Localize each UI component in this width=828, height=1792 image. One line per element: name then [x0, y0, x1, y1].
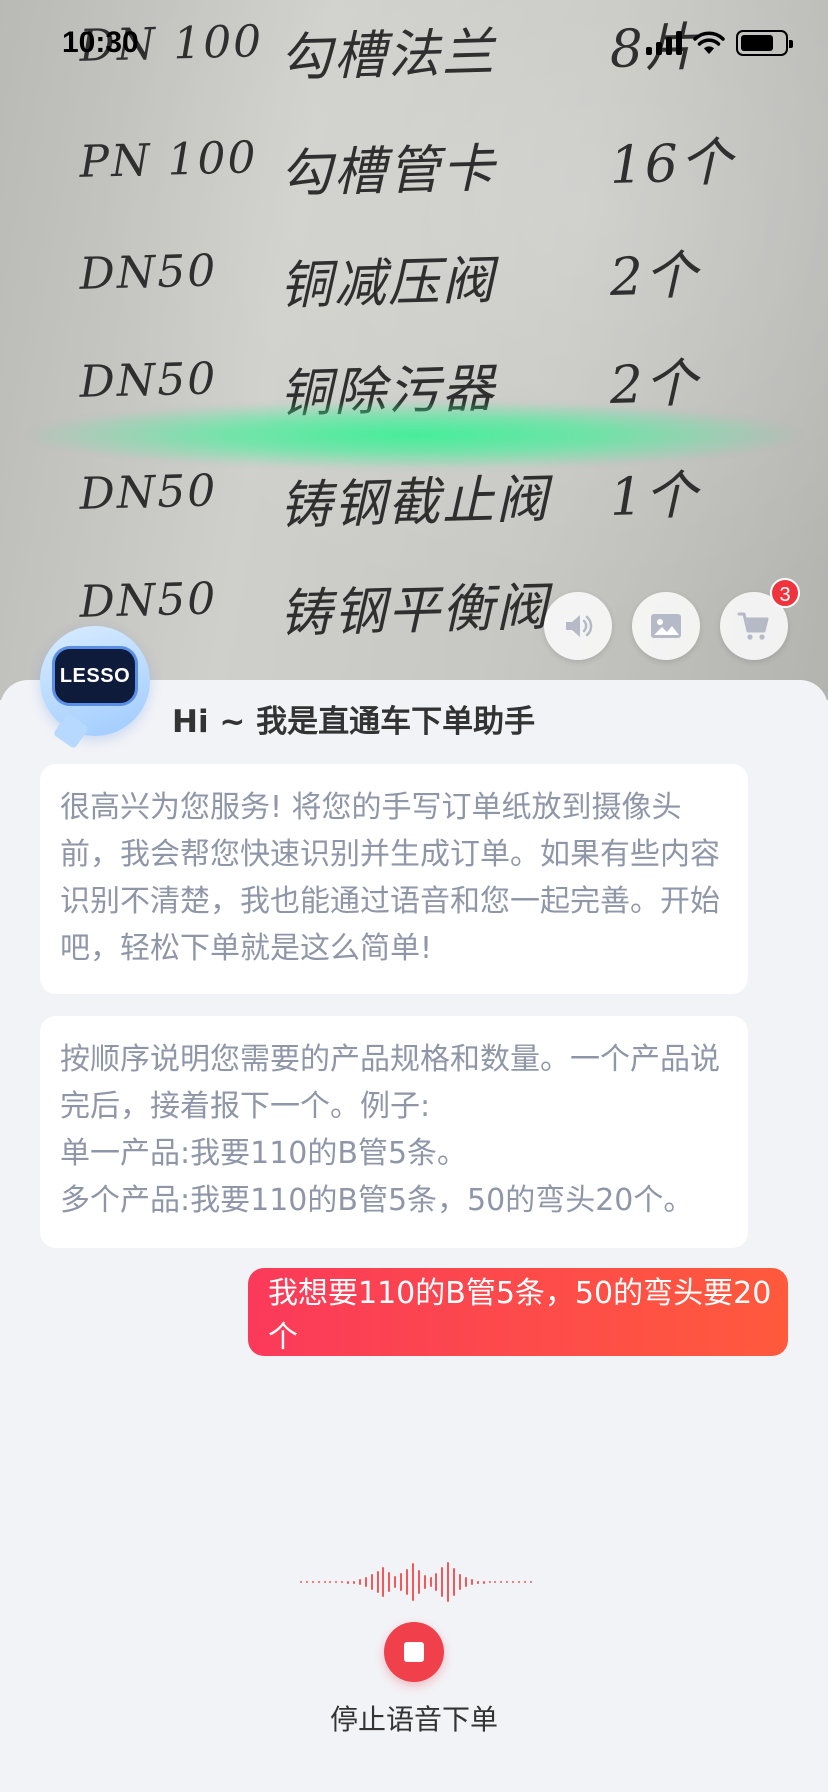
stop-voice-button[interactable] — [384, 1622, 444, 1682]
waveform-bar — [376, 1571, 379, 1593]
handwritten-spec: DN50 — [78, 465, 218, 520]
waveform-bar — [394, 1576, 397, 1588]
waveform-bar — [453, 1568, 456, 1596]
waveform-bar — [417, 1570, 420, 1594]
waveform-bar — [411, 1563, 414, 1601]
waveform-bar — [323, 1581, 326, 1583]
waveform-bar — [435, 1573, 438, 1591]
waveform-bar — [512, 1581, 515, 1583]
assistant-message: 按顺序说明您需要的产品规格和数量。一个产品说完后，接着报下一个。例子: 单一产品… — [40, 1016, 748, 1248]
handwritten-spec: DN50 — [78, 245, 218, 300]
handwritten-item: 勾槽管卡 — [279, 139, 497, 205]
waveform-bar — [523, 1581, 526, 1583]
wifi-icon — [693, 31, 725, 54]
status-bar: 10:30 — [0, 0, 828, 90]
waveform-bar — [494, 1581, 497, 1583]
waveform-bar — [470, 1579, 473, 1585]
waveform-bar — [517, 1581, 520, 1583]
waveform-bar — [382, 1567, 385, 1597]
assistant-message: 很高兴为您服务! 将您的手写订单纸放到摄像头前，我会帮您快速识别并生成订单。如果… — [40, 764, 748, 994]
waveform-bar — [500, 1581, 503, 1583]
stop-voice-label: 停止语音下单 — [329, 1703, 498, 1736]
waveform-bar — [370, 1574, 373, 1590]
cart-icon — [737, 612, 769, 640]
waveform-bar — [488, 1581, 491, 1583]
lesso-logo: LESSO — [52, 646, 138, 706]
waveform-bar — [305, 1581, 308, 1583]
handwritten-row: PN 100 勾槽管卡 16个 — [69, 119, 771, 237]
waveform-bar — [347, 1580, 350, 1584]
waveform-bar — [341, 1581, 344, 1583]
user-message: 我想要110的B管5条，50的弯头要20个 — [248, 1268, 788, 1356]
waveform-bar — [406, 1569, 409, 1595]
stop-icon — [404, 1642, 424, 1662]
handwritten-row: DN50 铜减压阀 2个 — [69, 231, 771, 349]
waveform-bar — [388, 1572, 391, 1592]
waveform-bar — [335, 1581, 338, 1583]
waveform-bar — [300, 1581, 302, 1583]
sound-button[interactable] — [544, 592, 612, 660]
handwritten-spec: DN50 — [78, 573, 218, 628]
waveform-bar — [506, 1581, 509, 1583]
waveform-bar — [429, 1577, 432, 1587]
waveform-bar — [482, 1580, 485, 1584]
handwritten-qty: 2个 — [608, 245, 700, 309]
logo-text: LESSO — [59, 664, 131, 687]
image-icon — [651, 614, 681, 638]
waveform-bar — [329, 1581, 332, 1583]
waveform-bar — [400, 1573, 403, 1591]
handwritten-qty: 16个 — [608, 132, 735, 197]
message-text: 很高兴为您服务! 将您的手写订单纸放到摄像头前，我会帮您快速识别并生成订单。如果… — [60, 790, 720, 966]
message-text: 按顺序说明您需要的产品规格和数量。一个产品说完后，接着报下一个。例子: 单一产品… — [60, 1042, 720, 1218]
assistant-avatar: LESSO — [40, 626, 150, 736]
cart-count-badge: 3 — [770, 578, 800, 608]
speaker-icon — [566, 615, 593, 637]
waveform-bar — [529, 1581, 532, 1583]
waveform-bar — [358, 1579, 361, 1585]
handwritten-spec: PN 100 — [78, 132, 259, 188]
message-text: 我想要110的B管5条，50的弯头要20个 — [268, 1276, 772, 1355]
scan-line — [20, 400, 810, 470]
waveform-bar — [459, 1574, 462, 1590]
waveform-bar — [464, 1577, 467, 1587]
camera-preview: DN 100 勾槽法兰 8片 PN 100 勾槽管卡 16个 DN50 铜减压阀… — [0, 0, 828, 700]
waveform-bar — [476, 1580, 479, 1584]
handwritten-item: 铸钢平衡阀 — [279, 577, 551, 645]
screen: DN 100 勾槽法兰 8片 PN 100 勾槽管卡 16个 DN50 铜减压阀… — [0, 0, 828, 1792]
waveform-bar — [447, 1562, 450, 1602]
status-time: 10:30 — [62, 26, 139, 59]
waveform-bar — [423, 1575, 426, 1589]
cellular-signal-icon — [646, 31, 682, 55]
image-button[interactable] — [632, 592, 700, 660]
waveform-bar — [311, 1581, 314, 1583]
cart-button[interactable]: 3 — [720, 578, 800, 660]
waveform-bar — [364, 1577, 367, 1587]
battery-icon — [736, 30, 793, 56]
assistant-greeting: Hi ~ 我是直通车下单助手 — [172, 704, 536, 740]
waveform-bar — [317, 1581, 320, 1583]
status-icons — [646, 30, 793, 56]
waveform-bar — [353, 1580, 356, 1584]
waveform-bar — [441, 1567, 444, 1597]
handwritten-item: 铜减压阀 — [279, 251, 497, 317]
voice-waveform — [300, 1560, 532, 1604]
